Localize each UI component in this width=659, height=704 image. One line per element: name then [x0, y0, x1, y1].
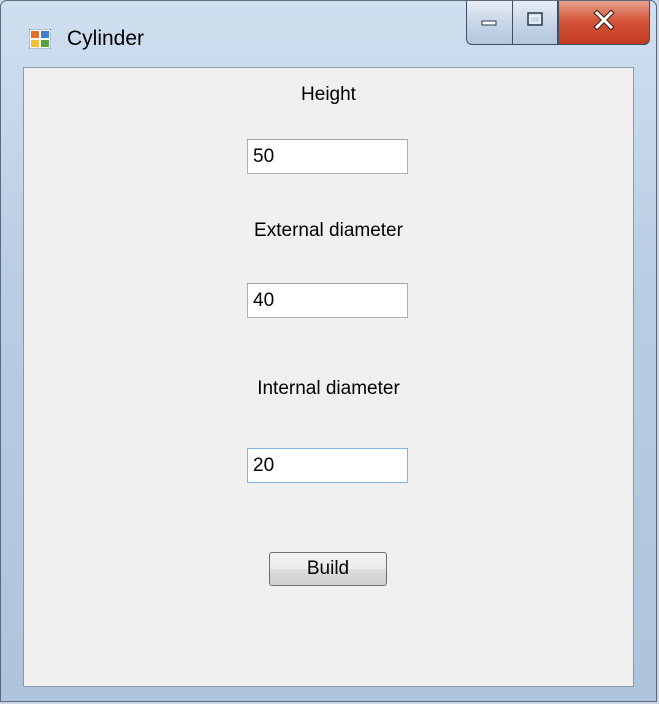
- height-input[interactable]: [247, 139, 408, 174]
- minimize-button[interactable]: [466, 1, 512, 45]
- cylinder-window: Cylinder Height 50 External diameter 40 …: [0, 0, 657, 702]
- internal-diameter-label: Internal diameter: [257, 378, 400, 399]
- maximize-button[interactable]: [512, 1, 558, 45]
- height-label: Height: [301, 84, 356, 105]
- internal-diameter-input[interactable]: [247, 448, 408, 483]
- external-diameter-input[interactable]: [247, 283, 408, 318]
- title-bar[interactable]: Cylinder: [1, 1, 656, 67]
- build-button[interactable]: Build: [269, 552, 387, 586]
- external-diameter-label: External diameter: [254, 220, 403, 241]
- caption-buttons: [466, 1, 650, 45]
- window-title: Cylinder: [67, 27, 145, 50]
- app-icon: [28, 28, 52, 50]
- close-button[interactable]: [558, 1, 650, 45]
- form-client-area: Height External diameter Internal diamet…: [23, 67, 634, 687]
- maximize-icon: [525, 11, 545, 34]
- close-icon: [593, 9, 615, 35]
- minimize-icon: [480, 13, 500, 32]
